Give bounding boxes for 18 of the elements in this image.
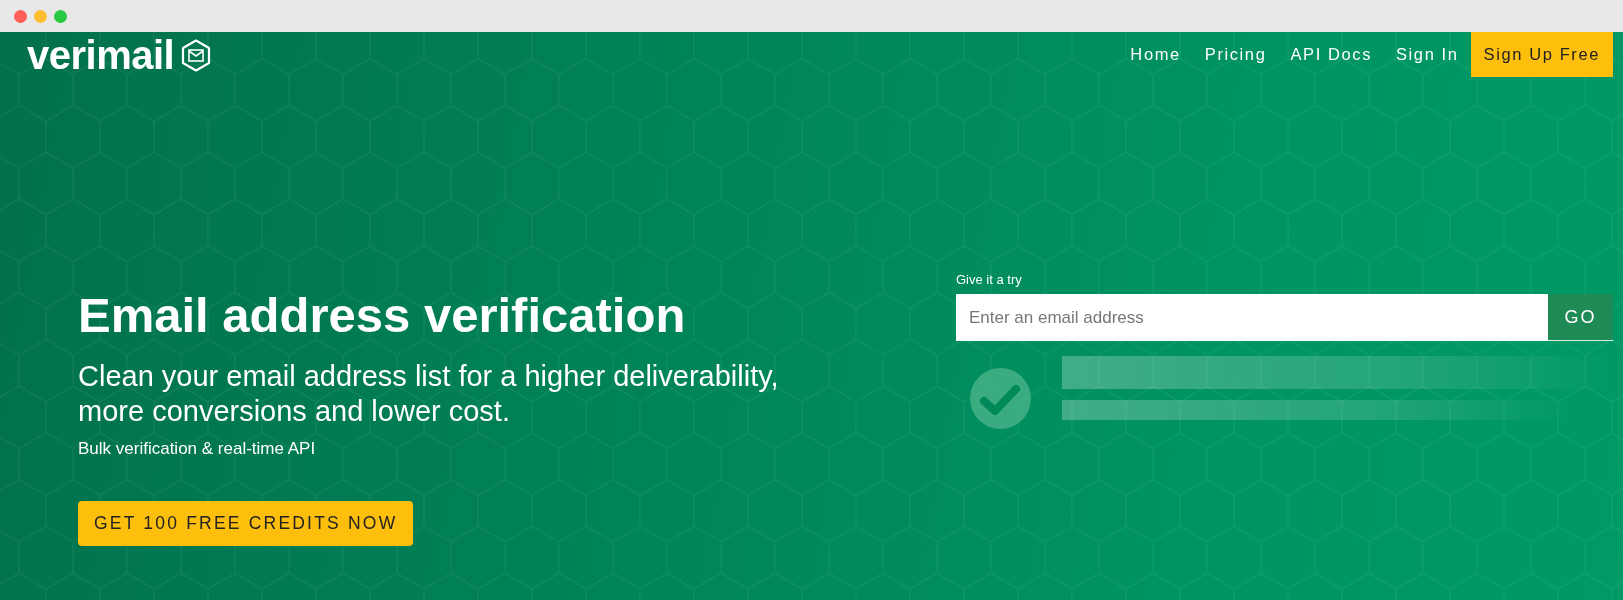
nav-link[interactable]: Pricing [1192, 32, 1279, 77]
go-button[interactable]: GO [1548, 294, 1613, 341]
hero-title: Email address verification [78, 287, 687, 344]
email-input-field[interactable]: Enter an email address [956, 294, 1548, 341]
nav-link[interactable]: API Docs [1278, 32, 1384, 77]
hero-subtitle: Clean your email address list for a higher deliverability, more conversions and lower cost. [78, 359, 780, 429]
hero-tagline: Bulk verification & real-time API [78, 438, 317, 460]
try-label: Give it a try [956, 272, 1023, 288]
check-circle-icon [970, 368, 1031, 429]
free-credits-button[interactable]: GET 100 FREE CREDITS NOW [78, 501, 414, 546]
minimize-button[interactable] [34, 9, 47, 23]
logo-text[interactable]: verimail [27, 34, 175, 76]
sign-up-button[interactable]: Sign Up Free [1470, 32, 1613, 77]
hexagon-envelope-icon [181, 38, 212, 72]
zoom-button[interactable] [54, 9, 67, 23]
close-button[interactable] [14, 9, 27, 23]
nav-link[interactable]: Home [1118, 32, 1193, 77]
nav-link[interactable]: Sign In [1384, 32, 1471, 77]
